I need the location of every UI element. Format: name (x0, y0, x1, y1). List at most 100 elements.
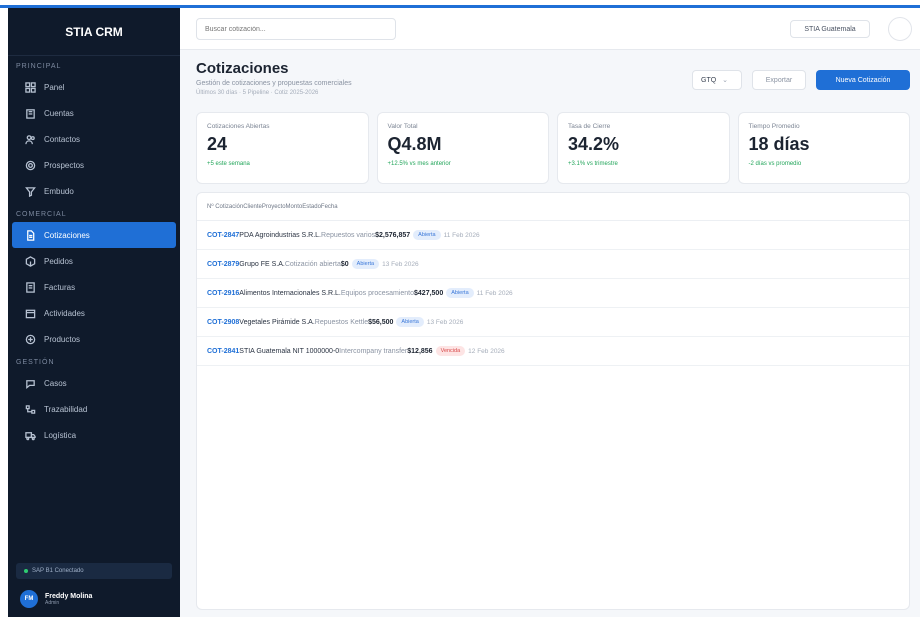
chevron-down-icon: ⌄ (722, 77, 729, 84)
user-name: Freddy Molina (45, 592, 93, 600)
user-profile[interactable]: FM Freddy Molina Admin (20, 587, 92, 611)
sidebar-item-label: Cotizaciones (44, 230, 90, 240)
page-title: Cotizaciones (196, 60, 289, 77)
sap-status: SAP B1 Conectado (16, 563, 172, 579)
sap-status-text: SAP B1 Conectado (32, 568, 84, 574)
sidebar-item-truck[interactable]: Logística (12, 422, 176, 448)
project-name: Intercompany transfer (339, 347, 408, 355)
sidebar-item-label: Embudo (44, 186, 74, 196)
sidebar-item-building[interactable]: Cuentas (12, 100, 176, 126)
funnel-icon (24, 185, 36, 197)
client-name: Vegetales Pirámide S.A. (239, 318, 315, 326)
calendar-icon (24, 307, 36, 319)
date: 13 Feb 2026 (426, 318, 464, 326)
amount: $427,500 (414, 289, 444, 297)
currency-select-value: GTQ (701, 76, 717, 84)
chat-icon (24, 377, 36, 389)
sidebar-item-funnel[interactable]: Embudo (12, 178, 176, 204)
project-name: Repuestos Kettle (314, 318, 369, 326)
kpi-value: 34.2% (568, 134, 620, 154)
online-dot-icon (24, 569, 28, 573)
amount: $12,856 (407, 347, 433, 355)
kpi-card: Cotizaciones Abiertas 24 +5 este semana (196, 112, 369, 184)
amount: $2,576,857 (375, 231, 411, 239)
truck-icon (24, 429, 36, 441)
client-name: STIA Guatemala NIT 1000000-0 (239, 347, 340, 355)
quote-id-link[interactable]: COT-2847 (207, 232, 239, 239)
kpi-card: Valor Total Q4.8M +12.5% vs mes anterior (376, 112, 549, 184)
top-strip (0, 0, 920, 8)
sidebar-item-grid[interactable]: Panel (12, 74, 176, 100)
client-name: Grupo FE S.A. (239, 260, 285, 268)
client-name: PDA Agroindustrias S.R.L. (239, 231, 322, 239)
document-icon (24, 229, 36, 241)
kpi-value: Q4.8M (387, 134, 442, 154)
sidebar-item-calendar[interactable]: Actividades (12, 300, 176, 326)
table-row[interactable]: COT-2841 STIA Guatemala NIT 1000000-0 Inte… (197, 337, 909, 366)
page-meta: Últimos 30 días · 5 Pipeline · Cotiz 202… (196, 90, 319, 96)
export-button[interactable]: Exportar (752, 70, 806, 90)
kpi-value: 24 (207, 134, 228, 154)
sidebar-item-invoice[interactable]: Facturas (12, 274, 176, 300)
main-content: STIA Guatemala Cotizaciones Gestión de c… (180, 8, 920, 617)
status-badge: Abierta (396, 317, 424, 327)
kpi-card: Tiempo Promedio 18 días -2 días vs promedi… (737, 112, 910, 184)
kpi-label: Tiempo Promedio (748, 123, 800, 130)
trace-icon (24, 403, 36, 415)
table-row[interactable]: COT-2847 PDA Agroindustrias S.R.L. Repuest… (197, 221, 909, 250)
quote-id-link[interactable]: COT-2908 (207, 319, 239, 326)
sidebar-section-label: COMERCIAL (16, 211, 67, 218)
table-body: COT-2847 PDA Agroindustrias S.R.L. Repuest… (197, 221, 909, 366)
sidebar-item-chat[interactable]: Casos (12, 370, 176, 396)
sidebar-item-label: Facturas (44, 282, 76, 292)
quote-id-link[interactable]: COT-2879 (207, 261, 239, 268)
sidebar-item-label: Pedidos (44, 256, 73, 266)
invoice-icon (24, 281, 36, 293)
sidebar-item-users[interactable]: Contactos (12, 126, 176, 152)
sidebar-item-trace[interactable]: Trazabilidad (12, 396, 176, 422)
table-row[interactable]: COT-2879 Grupo FE S.A. Cotización abierta $… (197, 250, 909, 279)
sidebar-item-target[interactable]: Prospectos (12, 152, 176, 178)
date: 11 Feb 2026 (443, 231, 480, 239)
company-selector-button[interactable]: STIA Guatemala (790, 20, 870, 38)
date: 13 Feb 2026 (382, 260, 419, 268)
sidebar-item-package[interactable]: Productos (12, 326, 176, 352)
header-avatar[interactable] (888, 17, 912, 41)
box-icon (24, 255, 36, 267)
date: 12 Feb 2026 (468, 347, 505, 355)
quote-id-link[interactable]: COT-2841 (207, 348, 239, 355)
sidebar-section-label: PRINCIPAL (16, 63, 62, 70)
table-row[interactable]: COT-2916 Alimentos Internacionales S.R.L.… (197, 279, 909, 308)
client-name: Alimentos Internacionales S.R.L. (239, 289, 341, 297)
brand-logo[interactable]: STIA CRM (8, 8, 180, 56)
sidebar-item-label: Actividades (44, 308, 85, 318)
new-quote-button[interactable]: Nueva Cotización (816, 70, 910, 90)
status-badge: Abierta (446, 288, 474, 298)
project-name: Cotización abierta (284, 260, 341, 268)
target-icon (24, 159, 36, 171)
sidebar-item-label: Trazabilidad (44, 404, 88, 414)
table-header: Nº CotizaciónClienteProyectoMontoEstadoF… (197, 193, 909, 221)
kpi-card: Tasa de Cierre 34.2% +3.1% vs trimestre (557, 112, 730, 184)
users-icon (24, 133, 36, 145)
kpi-value: 18 días (748, 134, 810, 154)
sidebar-item-document[interactable]: Cotizaciones (12, 222, 176, 248)
quote-id-link[interactable]: COT-2916 (207, 290, 239, 297)
grid-icon (24, 81, 36, 93)
kpi-label: Tasa de Cierre (568, 123, 611, 130)
date: 11 Feb 2026 (476, 289, 513, 297)
user-role: Admin (45, 599, 60, 606)
search-input[interactable] (196, 18, 396, 40)
project-name: Equipos procesamiento (340, 289, 415, 297)
kpi-delta: +5 este semana (207, 161, 250, 167)
table-row[interactable]: COT-2908 Vegetales Pirámide S.A. Repuestos… (197, 308, 909, 337)
kpi-cards: Cotizaciones Abiertas 24 +5 este semana Val… (196, 112, 910, 184)
sidebar-item-box[interactable]: Pedidos (12, 248, 176, 274)
status-badge: Abierta (351, 259, 380, 269)
amount: $56,500 (368, 318, 394, 326)
status-badge: Abierta (413, 230, 441, 240)
currency-select[interactable]: GTQ ⌄ (692, 70, 742, 90)
sidebar-item-label: Panel (44, 82, 65, 92)
sidebar-section-label: GESTIÓN (16, 359, 55, 366)
top-header: STIA Guatemala (180, 8, 920, 50)
